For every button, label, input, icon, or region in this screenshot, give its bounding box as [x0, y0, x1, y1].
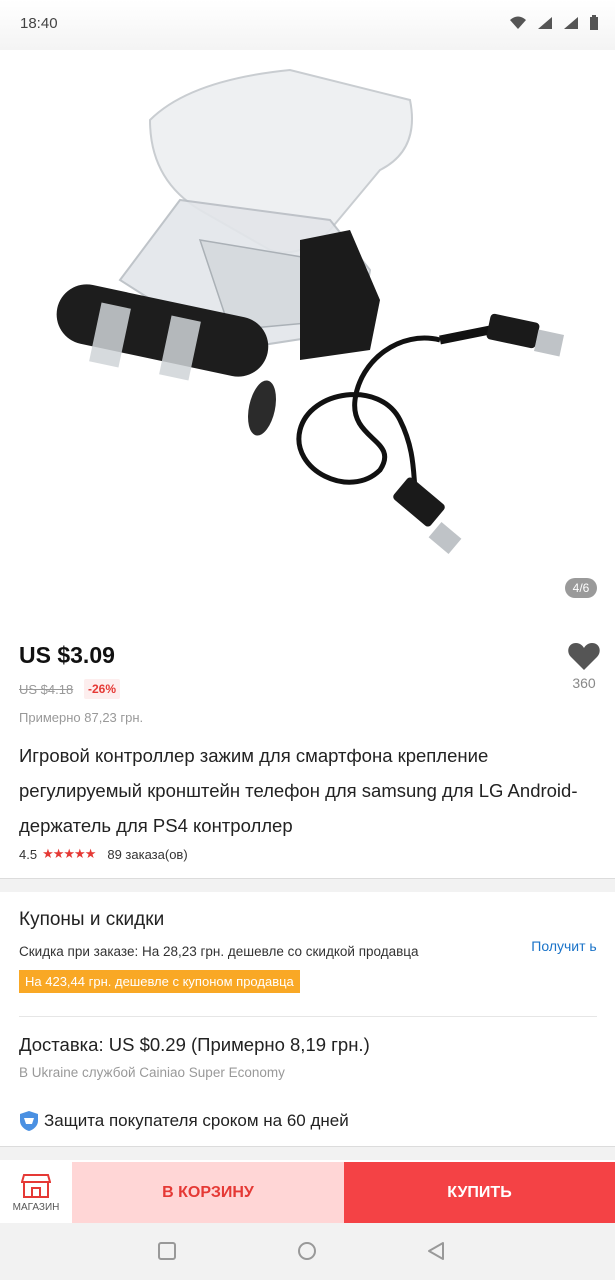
bottom-action-bar: МАГАЗИН В КОРЗИНУ КУПИТЬ [0, 1162, 615, 1223]
status-icons [509, 15, 599, 31]
back-nav-icon[interactable] [426, 1241, 446, 1261]
wishlist-count: 360 [572, 675, 596, 691]
recents-icon[interactable] [157, 1241, 177, 1261]
coupon-discount-line: Скидка при заказе: На 28,23 грн. дешевле… [19, 944, 419, 959]
discount-badge: -26% [84, 679, 121, 699]
store-icon [21, 1173, 51, 1198]
add-to-cart-button[interactable]: В КОРЗИНУ [72, 1162, 344, 1223]
status-time: 18:40 [20, 15, 58, 32]
orders-count: 89 заказа(ов) [107, 846, 188, 862]
delivery-title[interactable]: Доставка: US $0.29 (Примерно 8,19 грн.) [19, 1034, 370, 1056]
battery-icon [590, 15, 598, 30]
section-divider-bottom [0, 1146, 615, 1160]
old-price: US $4.18 [19, 682, 74, 697]
buy-now-button[interactable]: КУПИТЬ [344, 1162, 615, 1223]
coupons-title: Купоны и скидки [19, 909, 165, 930]
top-actions-bar [0, 58, 615, 108]
back-arrow-icon[interactable] [18, 68, 50, 100]
shield-icon [20, 1111, 38, 1131]
status-bar: 18:40 [0, 0, 615, 50]
buyer-protection-text: Защита покупателя сроком на 60 дней [44, 1111, 349, 1130]
store-label: МАГАЗИН [12, 1201, 60, 1213]
cart-icon[interactable] [455, 66, 491, 102]
wifi-icon [510, 16, 526, 29]
buyer-protection-row[interactable]: Защита покупателя сроком на 60 дней [19, 1110, 349, 1132]
divider [19, 1016, 597, 1017]
signal-icon [538, 17, 552, 29]
store-button[interactable]: МАГАЗИН [0, 1162, 72, 1223]
rating-value: 4.5 [19, 846, 38, 862]
price: US $3.09 [19, 642, 115, 668]
more-menu-icon[interactable] [572, 68, 592, 100]
gallery-counter: 4/6 [565, 578, 597, 598]
delivery-subtitle: В Ukraine службой Cainiao Super Economy [19, 1065, 285, 1080]
section-divider [0, 878, 615, 892]
get-coupon-link[interactable]: Получит ь [531, 937, 597, 956]
share-icon[interactable] [516, 68, 546, 98]
heart-icon[interactable] [566, 638, 602, 674]
coupon-tag: На 423,44 грн. дешевле с купоном продавц… [19, 970, 300, 993]
home-icon[interactable] [297, 1241, 317, 1261]
system-nav-bar [0, 1223, 615, 1280]
approx-price: Примерно 87,23 грн. [19, 710, 144, 725]
signal-icon-2 [564, 17, 578, 29]
rating-row[interactable]: 4.5 ★★★★★ 89 заказа(ов) [19, 846, 188, 862]
product-title: Игровой контроллер зажим для смартфона к… [19, 745, 578, 836]
rating-stars-icon: ★★★★★ [42, 846, 96, 861]
